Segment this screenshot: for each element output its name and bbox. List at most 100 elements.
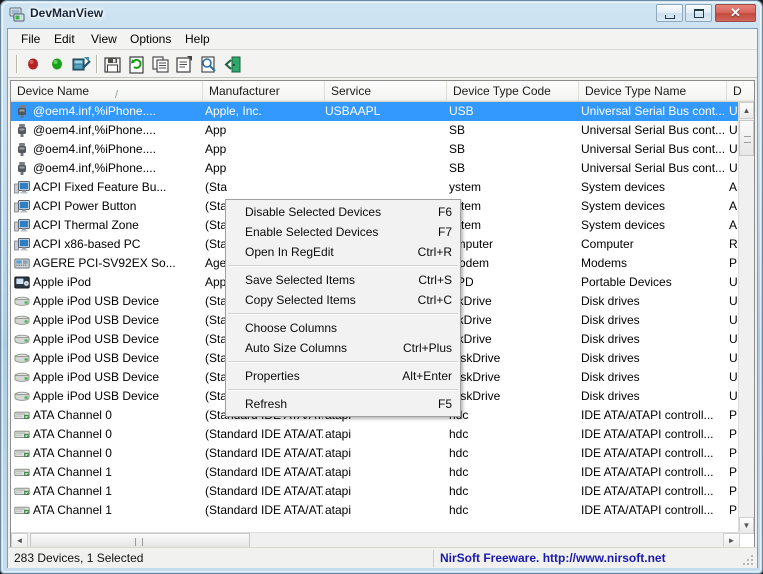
context-menu-item-save-selected-items[interactable]: Save Selected Items Ctrl+S: [226, 270, 460, 290]
disable-device-button[interactable]: [22, 54, 44, 75]
scroll-down-button[interactable]: ▼: [739, 517, 754, 534]
disk-drive-icon: [14, 332, 30, 347]
chevron-up-icon: ▲: [742, 106, 751, 115]
table-row[interactable]: ACPI Fixed Feature Bu... (Sta ystem System …: [11, 178, 740, 197]
cell-device-name: Apple iPod USB Device: [33, 389, 160, 403]
maximize-button[interactable]: [685, 4, 712, 22]
cell-service: [325, 159, 447, 178]
refresh-button[interactable]: [126, 54, 148, 75]
context-menu-item-shortcut: Ctrl+S: [418, 273, 452, 287]
close-icon: ✕: [730, 5, 741, 20]
table-row[interactable]: ATA Channel 0 (Standard IDE ATA/ATA...ata…: [11, 425, 740, 444]
cell-device-type-name: IDE ATA/ATAPI controll...: [581, 465, 714, 479]
column-header-device-name[interactable]: Device Name /: [11, 81, 203, 101]
table-row[interactable]: @oem4.inf,%iPhone.... Apple, Inc. USBAAPL U…: [11, 102, 740, 121]
system-device-icon: [14, 199, 30, 214]
context-menu-item-enable-selected-devices[interactable]: Enable Selected Devices F7: [226, 222, 460, 242]
context-menu-item-choose-columns[interactable]: Choose Columns: [226, 318, 460, 338]
menu-options[interactable]: Options: [123, 31, 178, 48]
table-row[interactable]: @oem4.inf,%iPhone.... App SB Universal Seri…: [11, 140, 740, 159]
column-header-service[interactable]: Service: [325, 81, 447, 101]
cell-device-name: ATA Channel 0: [33, 408, 112, 422]
cell-device-type-code: USB: [449, 104, 474, 118]
enable-device-button[interactable]: [46, 54, 68, 75]
vertical-scroll-thumb[interactable]: [739, 120, 754, 156]
context-menu-item-open-in-regedit[interactable]: Open In RegEdit Ctrl+R: [226, 242, 460, 262]
status-credit-link[interactable]: NirSoft Freeware. http://www.nirsoft.net: [440, 550, 666, 567]
vertical-scrollbar[interactable]: ▲ ▼: [738, 102, 754, 534]
cell-device-name: ACPI Thermal Zone: [33, 218, 139, 232]
system-device-icon: [14, 180, 30, 195]
copy-button[interactable]: [150, 54, 172, 75]
cell-device-type-code: iskDrive: [449, 294, 492, 308]
save-button[interactable]: [102, 54, 124, 75]
cell-manufacturer: App: [205, 123, 227, 137]
ata-channel-icon: [14, 408, 30, 423]
column-header-d[interactable]: D: [727, 81, 754, 101]
system-device-icon: [14, 218, 30, 233]
properties-button[interactable]: [174, 54, 196, 75]
find-button[interactable]: [198, 54, 220, 75]
ipod-icon: [14, 275, 30, 290]
list-header: Device Name / Manufacturer Service Devic…: [11, 81, 754, 102]
column-header-device-name-label: Device Name: [17, 84, 90, 98]
minimize-button[interactable]: [656, 4, 683, 22]
table-row[interactable]: @oem4.inf,%iPhone.... App SB Universal Seri…: [11, 121, 740, 140]
cell-device-name: ATA Channel 1: [33, 484, 112, 498]
cell-device-type-name: Modems: [581, 256, 628, 270]
table-row[interactable]: ATA Channel 1 (Standard IDE ATA/ATA...ata…: [11, 501, 740, 520]
chevron-down-icon: ▼: [742, 521, 751, 530]
context-menu[interactable]: Disable Selected Devices F6 Enable Selecte…: [225, 199, 461, 417]
exit-button[interactable]: [222, 54, 244, 75]
context-menu-item-disable-selected-devices[interactable]: Disable Selected Devices F6: [226, 202, 460, 222]
ata-channel-icon: [14, 503, 30, 518]
cell-service: [325, 140, 447, 159]
cell-device-type-name: System devices: [581, 218, 666, 232]
close-button[interactable]: ✕: [715, 4, 756, 22]
regedit-button[interactable]: [70, 54, 92, 75]
table-row[interactable]: ATA Channel 1 (Standard IDE ATA/ATA...ata…: [11, 482, 740, 501]
cell-device-type-code: hdc: [449, 446, 469, 460]
table-row[interactable]: @oem4.inf,%iPhone.... App SB Universal Seri…: [11, 159, 740, 178]
context-menu-item-auto-size-columns[interactable]: Auto Size Columns Ctrl+Plus: [226, 338, 460, 358]
context-menu-item-label: Refresh: [245, 397, 288, 411]
disk-drive-icon: [14, 389, 30, 404]
column-header-device-type-code[interactable]: Device Type Code: [447, 81, 579, 101]
cell-device-type-name: Universal Serial Bus cont...: [581, 123, 726, 137]
context-menu-item-shortcut: Ctrl+R: [417, 245, 452, 259]
cell-device-name: @oem4.inf,%iPhone....: [33, 161, 156, 175]
cell-service: atapi: [325, 484, 352, 498]
context-menu-item-shortcut: Ctrl+Plus: [402, 341, 452, 355]
cell-device-type-name: Disk drives: [581, 294, 640, 308]
cell-device-type-code: hdc: [449, 484, 469, 498]
status-device-count: 283 Devices, 1 Selected: [10, 550, 434, 567]
column-header-device-type-name[interactable]: Device Type Name: [579, 81, 727, 101]
context-menu-item-properties[interactable]: Properties Alt+Enter: [226, 366, 460, 386]
device-list[interactable]: Device Name / Manufacturer Service Devic…: [10, 80, 755, 550]
column-header-manufacturer[interactable]: Manufacturer: [203, 81, 325, 101]
menu-edit[interactable]: Edit: [47, 31, 82, 48]
window-title: DevManView: [30, 6, 104, 20]
cell-device-name: Apple iPod: [33, 275, 92, 289]
table-row[interactable]: ATA Channel 1 (Standard IDE ATA/ATA...ata…: [11, 463, 740, 482]
menu-view[interactable]: View: [84, 31, 124, 48]
sort-indicator-icon: /: [115, 89, 119, 101]
cell-device-type-code: SB: [449, 161, 466, 175]
context-menu-item-copy-selected-items[interactable]: Copy Selected Items Ctrl+C: [226, 290, 460, 310]
system-device-icon: [14, 237, 30, 252]
table-row[interactable]: ATA Channel 0 (Standard IDE ATA/ATA...ata…: [11, 444, 740, 463]
menu-file[interactable]: File: [14, 31, 47, 48]
cell-device-type-code: DiskDrive: [449, 389, 501, 403]
title-bar[interactable]: DevManView ✕: [1, 1, 763, 28]
resize-grip-icon[interactable]: [742, 554, 754, 566]
context-menu-separator: [228, 265, 458, 267]
cell-device-type-code: ystem: [449, 180, 482, 194]
menu-help[interactable]: Help: [178, 31, 217, 48]
cell-manufacturer: (Standard IDE ATA/ATA...: [205, 484, 323, 498]
scroll-thumb-grip: [744, 136, 751, 143]
cell-device-type-code: hdc: [449, 503, 469, 517]
context-menu-item-label: Open In RegEdit: [245, 245, 334, 259]
context-menu-item-refresh[interactable]: Refresh F5: [226, 394, 460, 414]
context-menu-item-shortcut: F6: [437, 205, 452, 219]
scroll-up-button[interactable]: ▲: [739, 102, 754, 119]
